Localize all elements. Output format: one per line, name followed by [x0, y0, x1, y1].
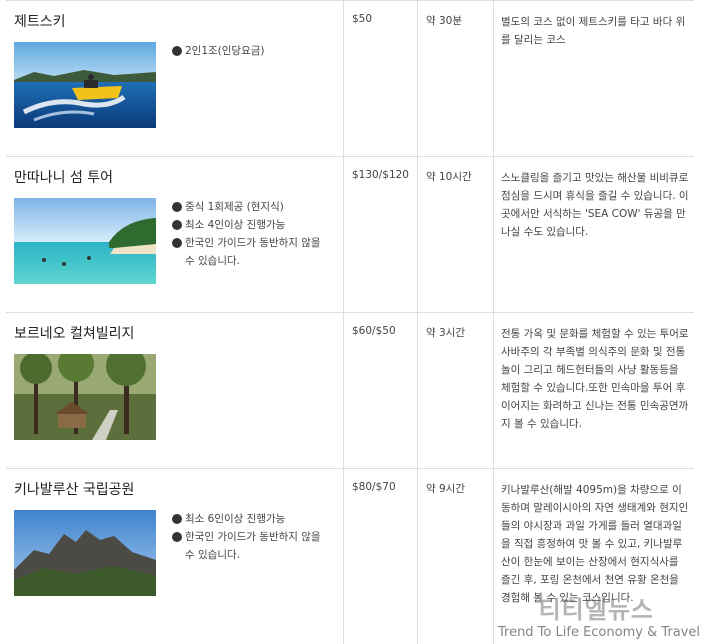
tour-duration: 약 10시간: [426, 169, 493, 184]
tour-duration: 약 30분: [426, 13, 493, 28]
table-row: 만따나니 섬 투어: [6, 157, 694, 313]
description-cell: 전통 가옥 및 문화를 체험할 수 있는 투어로 사바주의 각 부족별 의식주의…: [493, 313, 694, 468]
tour-name: 보르네오 컬쳐빌리지: [14, 323, 343, 343]
price-cell: $130/$120: [343, 157, 417, 312]
tour-notes: 최소 6인이상 진행가능 한국인 가이드가 동반하지 않을 수 있습니다.: [156, 510, 332, 596]
note-item: 최소 4인이상 진행가능: [172, 216, 332, 234]
price-cell: $80/$70: [343, 469, 417, 644]
note-item: 중식 1회제공 (현지식): [172, 198, 332, 216]
description-cell: 스노클링을 즐기고 맛있는 해산물 비비큐로 점심을 드시며 휴식을 즐길 수 …: [493, 157, 694, 312]
duration-cell: 약 30분: [417, 1, 493, 156]
tour-name: 만따나니 섬 투어: [14, 167, 343, 187]
note-item: 2인1조(인당요금): [172, 42, 332, 60]
tour-price: $130/$120: [352, 169, 417, 181]
tour-cell: 보르네오 컬쳐빌리지: [6, 313, 343, 468]
tour-cell: 만따나니 섬 투어: [6, 157, 343, 312]
tour-description: 키나발루산(해발 4095m)을 차량으로 이동하며 말레이시아의 자연 생태계…: [501, 481, 690, 607]
tour-notes: [156, 354, 332, 440]
table-row: 제트스키: [6, 1, 694, 157]
tour-price: $50: [352, 13, 417, 25]
jetski-photo: [14, 42, 156, 128]
table-row: 보르네오 컬쳐빌리지 $60/$50: [6, 313, 694, 469]
note-item: 최소 6인이상 진행가능: [172, 510, 332, 528]
tour-price: $60/$50: [352, 325, 417, 337]
price-cell: $60/$50: [343, 313, 417, 468]
tour-notes: 중식 1회제공 (현지식) 최소 4인이상 진행가능 한국인 가이드가 동반하지…: [156, 198, 332, 284]
mountain-photo: [14, 510, 156, 596]
note-item: 한국인 가이드가 동반하지 않을 수 있습니다.: [172, 234, 332, 270]
watermark: 티티엘뉴스 Trend To Life Economy & Travel: [485, 590, 700, 642]
tour-description: 스노클링을 즐기고 맛있는 해산물 비비큐로 점심을 드시며 휴식을 즐길 수 …: [501, 169, 690, 241]
tour-cell: 제트스키: [6, 1, 343, 156]
tour-table: 제트스키: [6, 0, 694, 644]
tour-notes: 2인1조(인당요금): [156, 42, 332, 128]
watermark-logo: 티티엘뉴스: [539, 590, 654, 625]
tour-name: 제트스키: [14, 11, 343, 31]
note-item: 한국인 가이드가 동반하지 않을 수 있습니다.: [172, 528, 332, 564]
island-photo: [14, 198, 156, 284]
village-photo: [14, 354, 156, 440]
duration-cell: 약 9시간: [417, 469, 493, 644]
tour-name: 키나발루산 국립공원: [14, 479, 343, 499]
tour-duration: 약 9시간: [426, 481, 493, 496]
tour-cell: 키나발루산 국립공원 최소 6인이상 진행가능 한국인 가이드가 동반하지 않을…: [6, 469, 343, 644]
tour-description: 전통 가옥 및 문화를 체험할 수 있는 투어로 사바주의 각 부족별 의식주의…: [501, 325, 690, 433]
description-cell: 별도의 코스 없이 제트스키를 타고 바다 위를 달리는 코스: [493, 1, 694, 156]
duration-cell: 약 10시간: [417, 157, 493, 312]
duration-cell: 약 3시간: [417, 313, 493, 468]
tour-duration: 약 3시간: [426, 325, 493, 340]
watermark-tagline: Trend To Life Economy & Travel: [498, 625, 700, 640]
price-cell: $50: [343, 1, 417, 156]
tour-price: $80/$70: [352, 481, 417, 493]
tour-description: 별도의 코스 없이 제트스키를 타고 바다 위를 달리는 코스: [501, 13, 690, 49]
